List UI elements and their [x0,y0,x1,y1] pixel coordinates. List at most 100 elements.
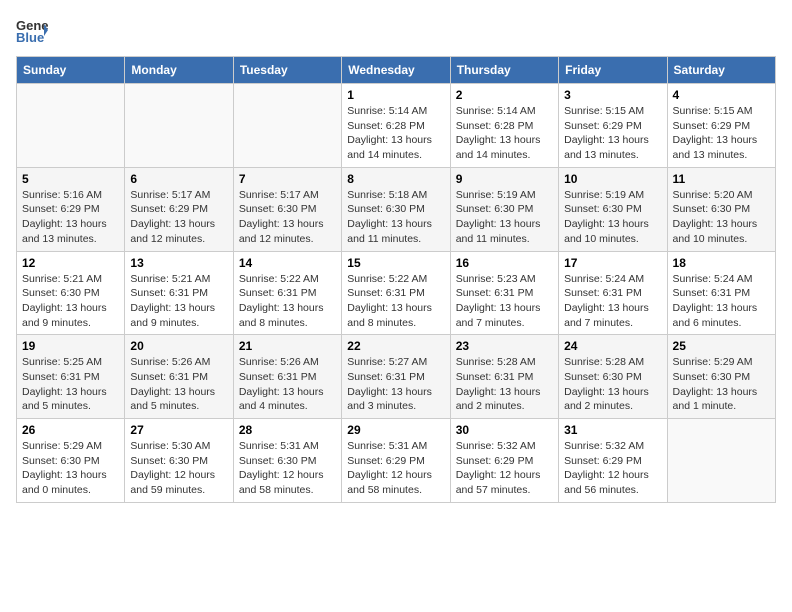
day-cell: 6 Sunrise: 5:17 AM Sunset: 6:29 PM Daylig… [125,167,233,251]
day-cell: 9 Sunrise: 5:19 AM Sunset: 6:30 PM Daylig… [450,167,558,251]
day-info: Sunrise: 5:23 AM Sunset: 6:31 PM Dayligh… [456,272,553,331]
day-info: Sunrise: 5:17 AM Sunset: 6:30 PM Dayligh… [239,188,336,247]
day-info: Sunrise: 5:32 AM Sunset: 6:29 PM Dayligh… [564,439,661,498]
week-row-3: 12Sunrise: 5:21 AM Sunset: 6:30 PM Dayli… [17,251,776,335]
week-row-1: 1 Sunrise: 5:14 AM Sunset: 6:28 PM Daylig… [17,84,776,168]
day-info: Sunrise: 5:28 AM Sunset: 6:31 PM Dayligh… [456,355,553,414]
day-cell: 31Sunrise: 5:32 AM Sunset: 6:29 PM Dayli… [559,419,667,503]
day-info: Sunrise: 5:31 AM Sunset: 6:30 PM Dayligh… [239,439,336,498]
day-number: 20 [130,339,227,353]
day-number: 2 [456,88,553,102]
day-header-thursday: Thursday [450,57,558,84]
week-row-4: 19 Sunrise: 5:25 AM Sunset: 6:31 PM Dayli… [17,335,776,419]
day-header-friday: Friday [559,57,667,84]
day-cell: 26Sunrise: 5:29 AM Sunset: 6:30 PM Dayli… [17,419,125,503]
day-info: Sunrise: 5:18 AM Sunset: 6:30 PM Dayligh… [347,188,444,247]
page-header: General Blue [16,16,776,48]
days-header-row: SundayMondayTuesdayWednesdayThursdayFrid… [17,57,776,84]
day-info: Sunrise: 5:16 AM Sunset: 6:29 PM Dayligh… [22,188,119,247]
day-number: 25 [673,339,770,353]
day-cell: 17Sunrise: 5:24 AM Sunset: 6:31 PM Dayli… [559,251,667,335]
day-cell: 15 Sunrise: 5:22 AM Sunset: 6:31 PM Dayli… [342,251,450,335]
day-info: Sunrise: 5:14 AM Sunset: 6:28 PM Dayligh… [347,104,444,163]
day-cell: 1 Sunrise: 5:14 AM Sunset: 6:28 PM Daylig… [342,84,450,168]
day-number: 10 [564,172,661,186]
day-cell: 4 Sunrise: 5:15 AM Sunset: 6:29 PM Daylig… [667,84,775,168]
day-info: Sunrise: 5:15 AM Sunset: 6:29 PM Dayligh… [564,104,661,163]
day-number: 14 [239,256,336,270]
day-info: Sunrise: 5:19 AM Sunset: 6:30 PM Dayligh… [456,188,553,247]
day-info: Sunrise: 5:22 AM Sunset: 6:31 PM Dayligh… [239,272,336,331]
day-number: 12 [22,256,119,270]
day-cell: 25 Sunrise: 5:29 AM Sunset: 6:30 PM Dayli… [667,335,775,419]
day-number: 30 [456,423,553,437]
day-number: 22 [347,339,444,353]
day-cell: 28Sunrise: 5:31 AM Sunset: 6:30 PM Dayli… [233,419,341,503]
day-info: Sunrise: 5:29 AM Sunset: 6:30 PM Dayligh… [673,355,770,414]
day-cell: 29Sunrise: 5:31 AM Sunset: 6:29 PM Dayli… [342,419,450,503]
day-cell: 5Sunrise: 5:16 AM Sunset: 6:29 PM Daylig… [17,167,125,251]
day-number: 27 [130,423,227,437]
day-info: Sunrise: 5:14 AM Sunset: 6:28 PM Dayligh… [456,104,553,163]
day-number: 15 [347,256,444,270]
day-cell: 14 Sunrise: 5:22 AM Sunset: 6:31 PM Dayli… [233,251,341,335]
day-info: Sunrise: 5:31 AM Sunset: 6:29 PM Dayligh… [347,439,444,498]
day-info: Sunrise: 5:32 AM Sunset: 6:29 PM Dayligh… [456,439,553,498]
day-header-wednesday: Wednesday [342,57,450,84]
logo-icon: General Blue [16,16,48,48]
day-cell: 19 Sunrise: 5:25 AM Sunset: 6:31 PM Dayli… [17,335,125,419]
day-info: Sunrise: 5:22 AM Sunset: 6:31 PM Dayligh… [347,272,444,331]
day-cell: 20 Sunrise: 5:26 AM Sunset: 6:31 PM Dayli… [125,335,233,419]
day-info: Sunrise: 5:20 AM Sunset: 6:30 PM Dayligh… [673,188,770,247]
day-number: 23 [456,339,553,353]
day-cell: 24 Sunrise: 5:28 AM Sunset: 6:30 PM Dayli… [559,335,667,419]
day-number: 18 [673,256,770,270]
day-cell: 21 Sunrise: 5:26 AM Sunset: 6:31 PM Dayli… [233,335,341,419]
day-info: Sunrise: 5:21 AM Sunset: 6:31 PM Dayligh… [130,272,227,331]
day-cell: 27 Sunrise: 5:30 AM Sunset: 6:30 PM Dayli… [125,419,233,503]
day-info: Sunrise: 5:27 AM Sunset: 6:31 PM Dayligh… [347,355,444,414]
day-cell: 16 Sunrise: 5:23 AM Sunset: 6:31 PM Dayli… [450,251,558,335]
day-cell: 7 Sunrise: 5:17 AM Sunset: 6:30 PM Daylig… [233,167,341,251]
day-number: 1 [347,88,444,102]
week-row-2: 5Sunrise: 5:16 AM Sunset: 6:29 PM Daylig… [17,167,776,251]
day-info: Sunrise: 5:28 AM Sunset: 6:30 PM Dayligh… [564,355,661,414]
day-cell: 18Sunrise: 5:24 AM Sunset: 6:31 PM Dayli… [667,251,775,335]
day-header-tuesday: Tuesday [233,57,341,84]
day-number: 11 [673,172,770,186]
day-number: 21 [239,339,336,353]
day-info: Sunrise: 5:25 AM Sunset: 6:31 PM Dayligh… [22,355,119,414]
day-number: 24 [564,339,661,353]
day-number: 7 [239,172,336,186]
day-info: Sunrise: 5:30 AM Sunset: 6:30 PM Dayligh… [130,439,227,498]
day-cell: 22 Sunrise: 5:27 AM Sunset: 6:31 PM Dayli… [342,335,450,419]
day-cell: 13 Sunrise: 5:21 AM Sunset: 6:31 PM Dayli… [125,251,233,335]
day-header-sunday: Sunday [17,57,125,84]
day-number: 19 [22,339,119,353]
day-cell: 2 Sunrise: 5:14 AM Sunset: 6:28 PM Daylig… [450,84,558,168]
day-cell: 8Sunrise: 5:18 AM Sunset: 6:30 PM Daylig… [342,167,450,251]
day-info: Sunrise: 5:26 AM Sunset: 6:31 PM Dayligh… [239,355,336,414]
day-cell: 23 Sunrise: 5:28 AM Sunset: 6:31 PM Dayli… [450,335,558,419]
day-number: 16 [456,256,553,270]
day-number: 6 [130,172,227,186]
day-number: 9 [456,172,553,186]
day-info: Sunrise: 5:17 AM Sunset: 6:29 PM Dayligh… [130,188,227,247]
day-header-monday: Monday [125,57,233,84]
svg-text:Blue: Blue [16,30,44,45]
day-cell: 10Sunrise: 5:19 AM Sunset: 6:30 PM Dayli… [559,167,667,251]
day-cell: 11 Sunrise: 5:20 AM Sunset: 6:30 PM Dayli… [667,167,775,251]
logo: General Blue [16,16,48,48]
day-info: Sunrise: 5:24 AM Sunset: 6:31 PM Dayligh… [564,272,661,331]
day-cell: 12Sunrise: 5:21 AM Sunset: 6:30 PM Dayli… [17,251,125,335]
day-cell [667,419,775,503]
day-info: Sunrise: 5:26 AM Sunset: 6:31 PM Dayligh… [130,355,227,414]
day-info: Sunrise: 5:29 AM Sunset: 6:30 PM Dayligh… [22,439,119,498]
day-info: Sunrise: 5:15 AM Sunset: 6:29 PM Dayligh… [673,104,770,163]
day-cell: 30 Sunrise: 5:32 AM Sunset: 6:29 PM Dayli… [450,419,558,503]
day-cell [233,84,341,168]
calendar-table: SundayMondayTuesdayWednesdayThursdayFrid… [16,56,776,503]
day-cell: 3Sunrise: 5:15 AM Sunset: 6:29 PM Daylig… [559,84,667,168]
day-number: 4 [673,88,770,102]
day-number: 13 [130,256,227,270]
